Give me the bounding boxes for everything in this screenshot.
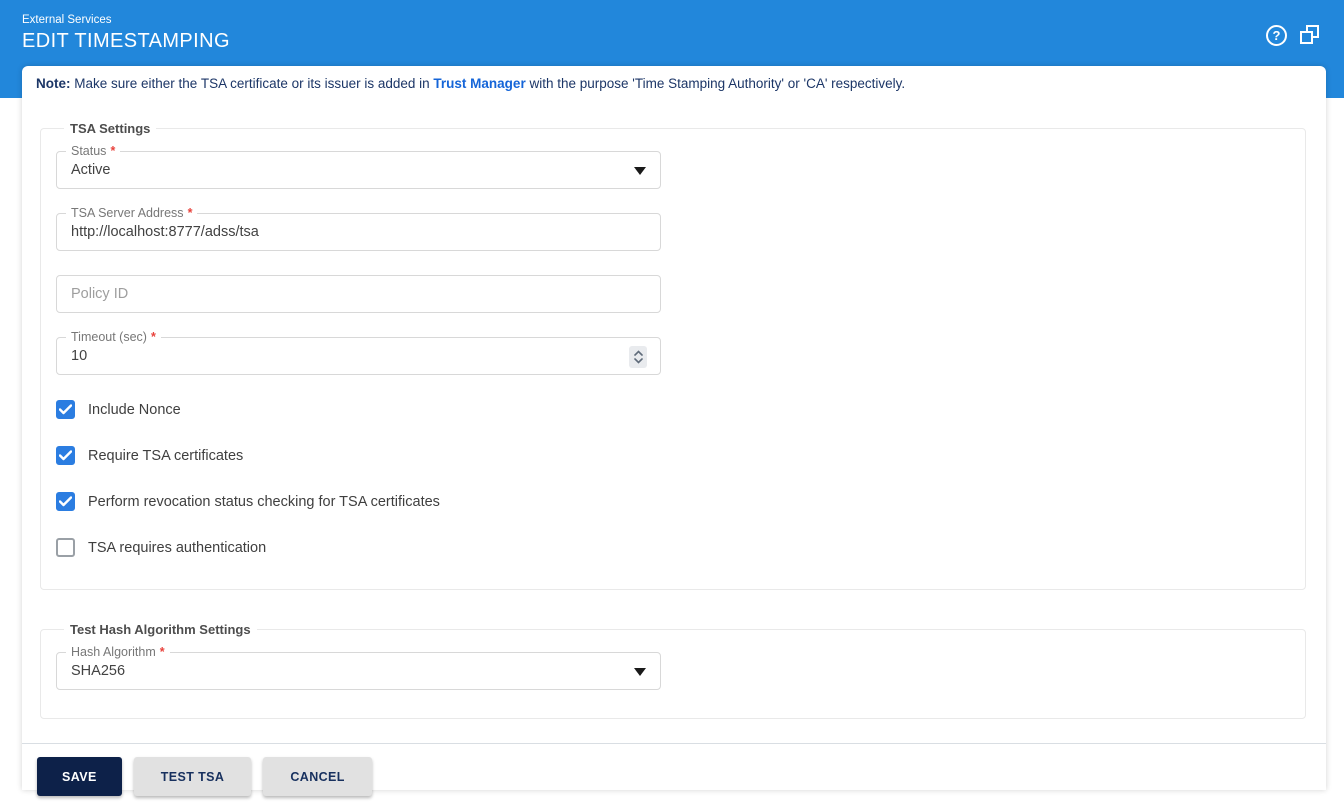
- content-panel: Note: Make sure either the TSA certifica…: [22, 66, 1326, 796]
- stepper-down-icon: [633, 358, 643, 364]
- hash-settings-legend: Test Hash Algorithm Settings: [70, 622, 251, 637]
- check-icon: [59, 450, 72, 461]
- page-title: EDIT TIMESTAMPING: [22, 30, 230, 52]
- checkbox[interactable]: [56, 538, 75, 557]
- tsa-settings-legend: TSA Settings: [70, 121, 151, 136]
- help-icon[interactable]: ?: [1266, 24, 1287, 46]
- hash-algorithm-label: Hash Algorithm *: [66, 644, 170, 660]
- duplicate-icon[interactable]: [1298, 24, 1320, 46]
- checkbox[interactable]: [56, 492, 75, 511]
- save-button[interactable]: SAVE: [37, 757, 122, 796]
- tsa-server-address-field: TSA Server Address *: [56, 205, 661, 251]
- policy-id-input[interactable]: [57, 276, 660, 312]
- hash-settings-fieldset: Test Hash Algorithm Settings Hash Algori…: [40, 622, 1306, 719]
- chevron-down-icon: [634, 167, 646, 175]
- header-titles: External Services EDIT TIMESTAMPING: [22, 14, 230, 53]
- note-prefix: Note:: [36, 76, 71, 91]
- duplicate-icon-front: [1300, 31, 1313, 44]
- checkbox-section: Include Nonce Require TSA certificates P…: [56, 400, 1305, 557]
- form-content: TSA Settings Status * Active TSA Server …: [22, 121, 1326, 719]
- checkbox-label: TSA requires authentication: [88, 539, 267, 556]
- header-icons: ?: [1266, 24, 1320, 46]
- required-asterisk: *: [110, 144, 116, 158]
- status-value: Active: [71, 162, 111, 178]
- status-label: Status *: [66, 143, 121, 159]
- note-text-after: with the purpose 'Time Stamping Authorit…: [525, 76, 906, 91]
- stepper-up-icon: [633, 350, 643, 356]
- check-icon: [59, 496, 72, 507]
- tsa-server-address-input[interactable]: [57, 214, 660, 250]
- test-tsa-button[interactable]: TEST TSA: [133, 757, 252, 796]
- hash-algorithm-select[interactable]: Hash Algorithm * SHA256: [56, 644, 661, 690]
- cancel-button[interactable]: CANCEL: [263, 757, 372, 796]
- chevron-down-icon: [634, 668, 646, 676]
- note-bar: Note: Make sure either the TSA certifica…: [22, 66, 1326, 100]
- policy-id-field: [56, 275, 661, 313]
- tsa-settings-fieldset: TSA Settings Status * Active TSA Server …: [40, 121, 1306, 590]
- checkbox-label: Require TSA certificates: [88, 447, 244, 464]
- number-stepper[interactable]: [629, 346, 647, 368]
- note-text-before: Make sure either the TSA certificate or …: [70, 76, 434, 91]
- trust-manager-link[interactable]: Trust Manager: [433, 76, 525, 91]
- required-asterisk: *: [159, 645, 165, 659]
- check-icon: [59, 404, 72, 415]
- checkbox-include-nonce[interactable]: Include Nonce: [56, 400, 181, 419]
- checkbox[interactable]: [56, 400, 75, 419]
- checkbox-label: Include Nonce: [88, 401, 181, 418]
- checkbox-label: Perform revocation status checking for T…: [88, 493, 440, 510]
- status-select[interactable]: Status * Active: [56, 143, 661, 189]
- checkbox-require-tsa-certificates[interactable]: Require TSA certificates: [56, 446, 243, 465]
- checkbox-tsa-requires-authentication[interactable]: TSA requires authentication: [56, 538, 266, 557]
- timeout-field: Timeout (sec) *: [56, 329, 661, 375]
- checkbox-revocation-status-checking[interactable]: Perform revocation status checking for T…: [56, 492, 440, 511]
- action-buttons: SAVE TEST TSA CANCEL: [22, 744, 1326, 809]
- checkbox[interactable]: [56, 446, 75, 465]
- timeout-input[interactable]: [57, 338, 660, 374]
- breadcrumb: External Services: [22, 14, 112, 26]
